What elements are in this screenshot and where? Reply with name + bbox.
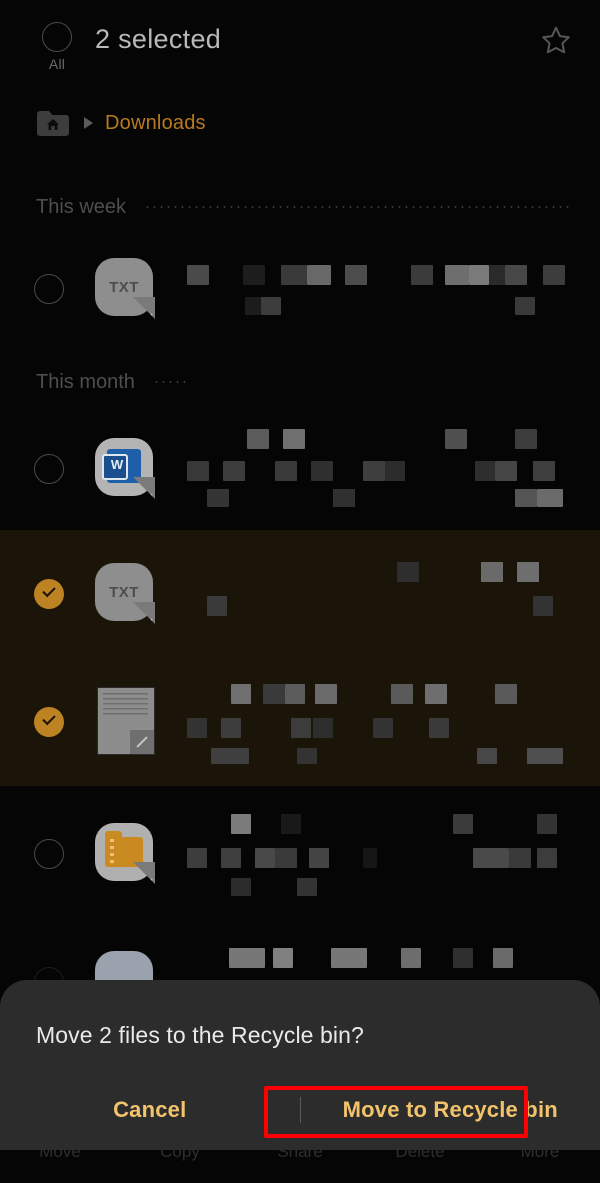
row-checkbox[interactable] [34, 274, 64, 304]
selected-count-label: 2 selected [95, 24, 222, 54]
confirm-delete-dialog: Move 2 files to the Recycle bin? Cancel … [0, 980, 600, 1150]
star-outline-icon[interactable] [540, 24, 572, 56]
file-name-redacted [185, 552, 582, 636]
section-label: This week [36, 195, 127, 218]
circle-unchecked-icon[interactable] [34, 454, 64, 484]
file-icon-label: TXT [109, 583, 139, 601]
row-checkbox[interactable] [34, 454, 64, 484]
row-checkbox[interactable] [34, 707, 64, 737]
home-folder-icon[interactable] [36, 109, 70, 137]
document-thumbnail-icon [95, 687, 157, 755]
section-header-this-month: This month [0, 360, 600, 404]
txt-file-icon: TXT [95, 563, 157, 625]
selection-header: All 2 selected [0, 0, 600, 92]
section-header-this-week: This week [0, 185, 600, 229]
row-checkbox[interactable] [34, 579, 64, 609]
file-name-redacted [185, 680, 582, 764]
circle-unchecked-icon[interactable] [34, 274, 64, 304]
file-icon-label: TXT [109, 278, 139, 296]
word-document-icon: W [95, 438, 157, 500]
file-name-redacted [185, 812, 582, 896]
txt-file-icon: TXT [95, 258, 157, 320]
file-icon-label: W [110, 457, 124, 472]
cancel-button[interactable]: Cancel [0, 1097, 300, 1123]
file-row-txt-1[interactable]: TXT [0, 225, 600, 353]
dialog-actions: Cancel Move to Recycle bin [0, 1080, 600, 1140]
file-row-zip-archive[interactable] [0, 790, 600, 918]
file-name-redacted [185, 247, 582, 331]
caret-right-icon [84, 117, 93, 129]
breadcrumb-current-folder[interactable]: Downloads [105, 112, 206, 135]
circle-unchecked-icon[interactable] [34, 839, 64, 869]
circle-checked-icon[interactable] [34, 579, 64, 609]
select-all-label: All [48, 56, 66, 72]
file-row-document-selected[interactable] [0, 658, 600, 786]
file-manager-screen: All 2 selected Downloads This week TXT T… [0, 0, 600, 1183]
select-all-control[interactable]: All [34, 22, 80, 72]
file-name-redacted [185, 427, 582, 511]
section-divider-dots [152, 381, 189, 383]
file-corner-fold-icon [130, 730, 154, 754]
section-label: This month [36, 370, 135, 393]
section-divider-dots [144, 206, 572, 208]
move-to-recycle-bin-button[interactable]: Move to Recycle bin [301, 1097, 600, 1123]
thumbnail-text-lines [103, 693, 148, 715]
circle-checked-icon[interactable] [34, 707, 64, 737]
breadcrumb: Downloads [0, 100, 600, 146]
file-row-word[interactable]: W [0, 405, 600, 533]
file-row-txt-2-selected[interactable]: TXT [0, 530, 600, 658]
zip-archive-icon [95, 823, 157, 885]
dialog-title: Move 2 files to the Recycle bin? [36, 1022, 364, 1048]
circle-unchecked-icon[interactable] [42, 22, 72, 52]
row-checkbox[interactable] [34, 839, 64, 869]
